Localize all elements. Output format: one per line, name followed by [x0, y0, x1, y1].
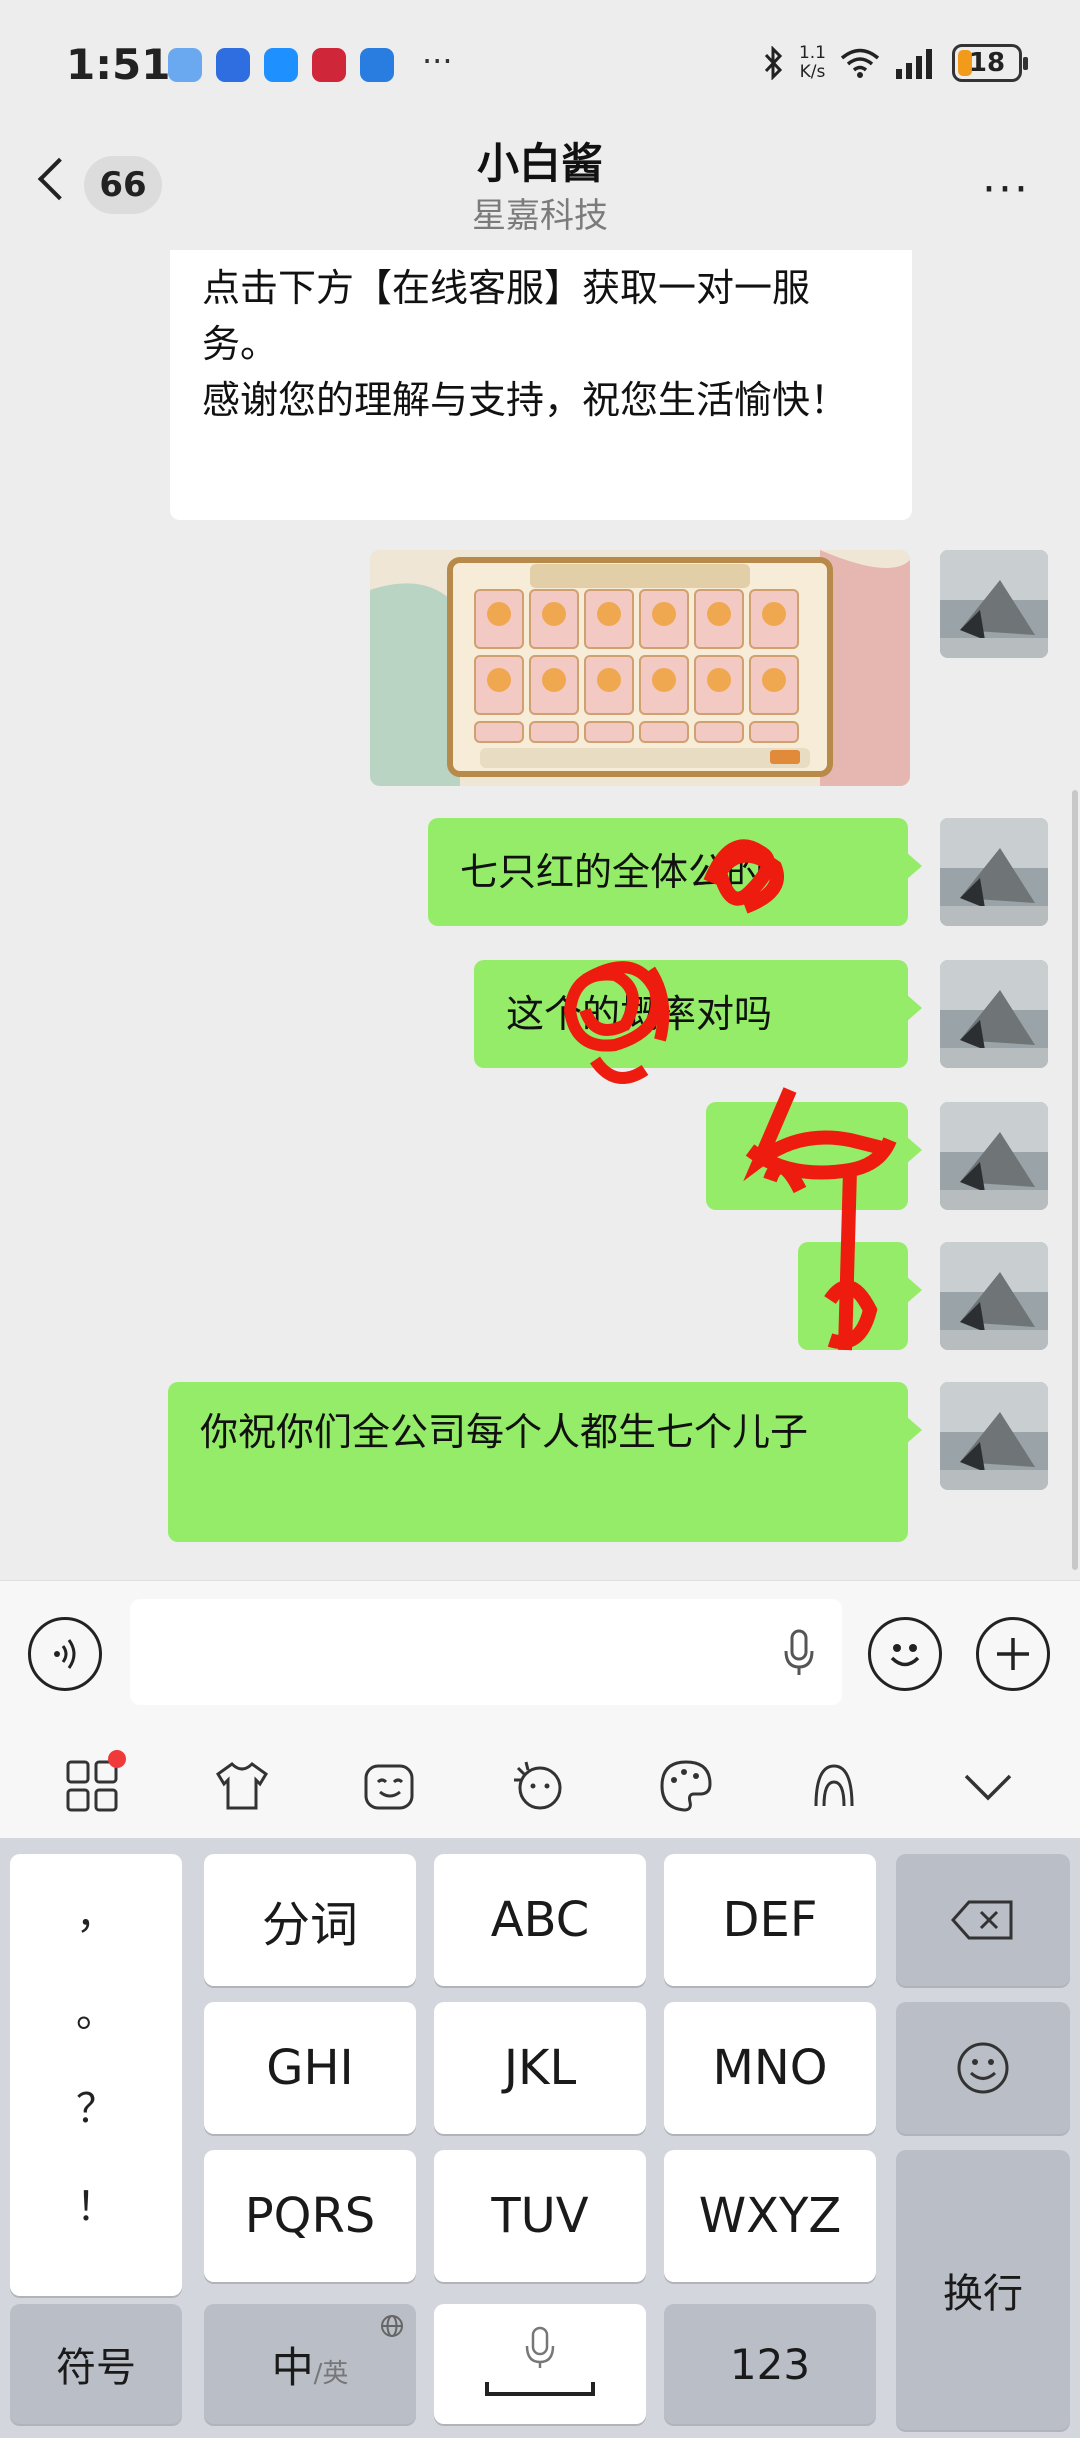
keyboard: ， 。 ？ ！ 分词 ABC DEF GHI JKL MNO PQRS TUV … — [0, 1838, 1080, 2438]
chevron-down-icon — [964, 1774, 1012, 1801]
sticker-icon — [364, 1764, 414, 1810]
key-wxyz[interactable]: WXYZ — [664, 2150, 876, 2282]
chat-notification-icon — [264, 48, 298, 82]
key-comma[interactable]: ， — [10, 1882, 182, 1940]
scribble-mark — [703, 839, 784, 914]
punctuation-column[interactable]: ， 。 ？ ！ — [10, 1854, 182, 2296]
space-key[interactable] — [434, 2304, 646, 2424]
enter-key[interactable]: 换行 — [896, 2150, 1070, 2430]
message-bubble-outgoing[interactable]: 这个的概率对吗 — [474, 960, 922, 1068]
key-exclamation[interactable]: ！ — [10, 2174, 182, 2232]
status-right: 1.1 K/s 18 — [763, 43, 1028, 82]
key-question[interactable]: ？ — [10, 2076, 182, 2134]
backspace-icon — [951, 1900, 1013, 1940]
tshirt-icon — [216, 1762, 268, 1810]
message-bubble-outgoing[interactable]: 七只红的全体公的 — [428, 818, 922, 926]
collapse-keyboard-button[interactable] — [960, 1758, 1016, 1814]
key-pqrs[interactable]: PQRS — [204, 2150, 416, 2282]
status-bar: 1:51 ··· 1.1 K/s 18 — [0, 0, 1080, 130]
message-list[interactable]: 点击下方【在线客服】获取一对一服务。 感谢您的理解与支持，祝您生活愉快！ 七只红… — [0, 250, 1080, 1580]
handwriting-icon — [814, 1764, 854, 1807]
apps-grid-button[interactable] — [64, 1750, 126, 1814]
message-bubble-incoming[interactable]: 点击下方【在线客服】获取一对一服务。 感谢您的理解与支持，祝您生活愉快！ — [170, 250, 912, 520]
key-def[interactable]: DEF — [664, 1854, 876, 1986]
wifi-icon — [840, 48, 880, 78]
signal-icon — [896, 49, 932, 79]
key-mno[interactable]: MNO — [664, 2002, 876, 2134]
bank-notification-icon — [312, 48, 346, 82]
more-notifications-icon: ··· — [422, 42, 453, 80]
microphone-icon[interactable] — [784, 1629, 814, 1677]
face-icon — [514, 1761, 562, 1810]
image-message[interactable] — [370, 550, 910, 786]
theme-button[interactable] — [658, 1758, 714, 1814]
battery-indicator: 18 — [952, 44, 1028, 82]
chat-subtitle: 星嘉科技 — [472, 196, 608, 236]
language-switch-key[interactable]: 中/英 — [204, 2304, 416, 2424]
more-options-button[interactable]: ··· — [982, 164, 1030, 215]
avatar-emoji-button[interactable] — [510, 1758, 566, 1814]
scribble-mark — [563, 961, 670, 1084]
scribble-mark — [743, 1087, 897, 1351]
symbols-key[interactable]: 符号 — [10, 2304, 182, 2424]
voice-icon — [54, 1639, 76, 1669]
space-mic-icon — [485, 2326, 595, 2396]
sticker-button[interactable] — [362, 1758, 418, 1814]
keyboard-toolbar — [0, 1728, 1080, 1838]
game-screenshot-image — [370, 550, 910, 786]
emoji-key[interactable] — [896, 2002, 1070, 2134]
voice-input-button[interactable] — [28, 1617, 102, 1691]
avatar[interactable] — [940, 550, 1048, 658]
key-abc[interactable]: ABC — [434, 1854, 646, 1986]
message-bubble-outgoing[interactable]: 你祝你们全公司每个人都生七个儿子 — [168, 1382, 922, 1542]
lang-label: 中 — [271, 2342, 314, 2392]
avatar[interactable] — [940, 1102, 1048, 1210]
key-ghi[interactable]: GHI — [204, 2002, 416, 2134]
smiley-icon — [957, 2042, 1009, 2094]
app-notification-icon — [168, 48, 202, 82]
emoji-icon — [890, 1644, 920, 1667]
avatar[interactable] — [940, 960, 1048, 1068]
key-period[interactable]: 。 — [10, 1980, 182, 2038]
skin-button[interactable] — [214, 1758, 270, 1814]
message-input[interactable] — [130, 1599, 842, 1705]
key-fenci[interactable]: 分词 — [204, 1854, 416, 1986]
plus-icon — [997, 1638, 1029, 1670]
emoji-button[interactable] — [868, 1617, 942, 1691]
globe-icon — [381, 2315, 403, 2337]
more-actions-button[interactable] — [976, 1617, 1050, 1691]
avatar[interactable] — [940, 1242, 1048, 1350]
chat-title: 小白酱 — [476, 139, 603, 188]
numbers-key[interactable]: 123 — [664, 2304, 876, 2424]
backspace-key[interactable] — [896, 1854, 1070, 1986]
input-bar — [0, 1580, 1080, 1728]
key-jkl[interactable]: JKL — [434, 2002, 646, 2134]
handwriting-button[interactable] — [806, 1758, 862, 1814]
key-tuv[interactable]: TUV — [434, 2150, 646, 2282]
network-speed: 1.1 K/s — [798, 43, 826, 82]
palette-icon — [660, 1760, 712, 1812]
avatar[interactable] — [940, 818, 1048, 926]
bluetooth-icon — [764, 46, 783, 80]
notification-icons — [168, 48, 394, 82]
notification-dot — [108, 1750, 126, 1768]
app-notification-icon — [360, 48, 394, 82]
scrollbar[interactable] — [1072, 790, 1078, 1570]
app-notification-icon — [216, 48, 250, 82]
avatar[interactable] — [940, 1382, 1048, 1490]
status-time: 1:51 — [66, 40, 171, 89]
lang-sub-label: /英 — [313, 2358, 349, 2389]
chat-header: 66 小白酱 星嘉科技 ··· — [0, 130, 1080, 250]
